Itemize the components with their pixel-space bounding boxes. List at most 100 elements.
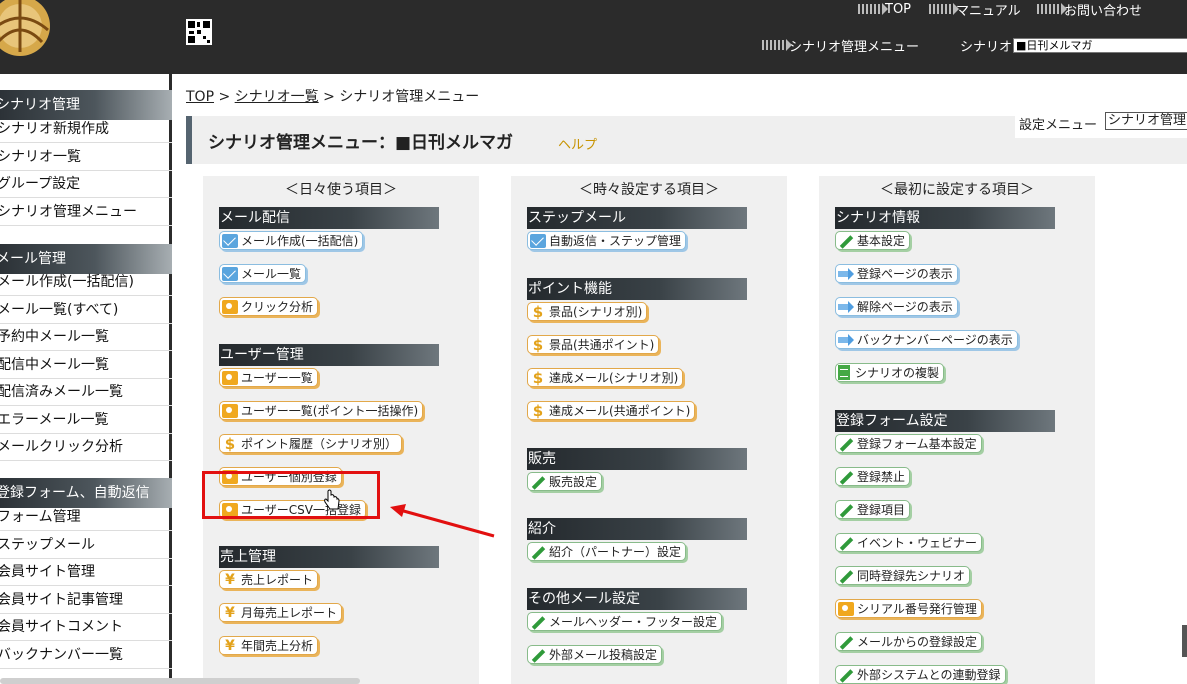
sidebar-item[interactable]: バックナンバー一覧 [0,642,172,669]
contact-link[interactable]: お問い合わせ [1037,0,1142,19]
dollar-icon: $ [532,368,544,387]
pencil-icon [838,503,854,517]
menu-button[interactable]: メール作成(一括配信) [219,231,364,250]
sidebar-item[interactable]: メール作成(一括配信) [0,269,172,296]
sidebar-item[interactable]: メール一覧(すべて) [0,297,172,324]
section-header: 登録フォーム設定 [835,410,1055,432]
menu-button[interactable]: ¥ 月毎売上レポート [219,603,343,622]
logo-icon[interactable] [0,0,58,64]
user-icon [222,299,238,314]
menu-button-label: 登録フォーム基本設定 [857,437,977,451]
section-header: シナリオ情報 [835,207,1055,229]
dollar-icon: $ [532,302,544,321]
sidebar-item[interactable]: メールクリック分析 [0,434,172,461]
pencil-icon [838,668,854,682]
section-header: ポイント機能 [527,278,747,300]
scrollbar[interactable] [1182,625,1187,657]
menu-button[interactable]: クリック分析 [219,297,319,316]
arrow-icon [838,333,854,347]
sidebar-item[interactable]: 配信済みメール一覧 [0,379,172,406]
settings-menu: 設定メニュー シナリオ管理 [1015,106,1187,138]
sidebar: シナリオ管理 シナリオ新規作成 シナリオ一覧 グループ設定 シナリオ管理メニュー メール管… [0,74,172,684]
menu-button[interactable]: ユーザー一覧 [219,368,318,387]
menu-button[interactable]: 登録フォーム基本設定 [835,434,982,453]
sidebar-item[interactable]: エラーメール一覧 [0,407,172,434]
menu-button[interactable]: メールからの登録設定 [835,632,983,651]
menu-button[interactable]: 登録ページの表示 [835,264,958,283]
menu-button-label: 自動返信・ステップ管理 [549,234,682,248]
menu-button[interactable]: 登録項目 [835,500,911,519]
menu-button[interactable]: 販売設定 [527,472,603,491]
menu-button-label: 登録禁止 [857,470,906,484]
menu-button-label: バックナンバーページの表示 [857,333,1013,347]
manual-link[interactable]: マニュアル [929,0,1021,19]
help-link[interactable]: ヘルプ [558,134,597,153]
menu-button-label: 年間売上分析 [241,639,314,653]
menu-button[interactable]: ユーザー一覧(ポイント一括操作) [219,401,424,420]
top-link[interactable]: TOP [858,0,911,18]
menu-button-label: 外部メール投稿設定 [549,648,658,662]
breadcrumb: TOP > シナリオ一覧 > シナリオ管理メニュー [186,89,480,105]
menu-button[interactable]: 自動返信・ステップ管理 [527,231,687,250]
horizontal-scrollbar[interactable] [0,678,360,684]
menu-button[interactable]: $ 達成メール(共通ポイント) [527,401,696,420]
scenario-menu-link[interactable]: シナリオ管理メニュー [762,36,919,55]
breadcrumb-top-link[interactable]: TOP [186,89,214,105]
menu-button[interactable]: 紹介（パートナー）設定 [527,542,687,561]
menu-button[interactable]: ¥ 売上レポート [219,570,319,589]
menu-button[interactable]: メール一覧 [219,264,307,283]
highlight-box [202,471,380,519]
menu-button[interactable]: $ 達成メール(シナリオ別) [527,368,684,387]
sidebar-item[interactable]: シナリオ一覧 [0,144,172,171]
pencil-icon [530,475,546,489]
menu-button[interactable]: $ 景品(共通ポイント) [527,335,660,354]
yen-icon: ¥ [225,604,235,621]
menu-button[interactable]: 外部システムとの連動登録 [835,665,1006,684]
section-header: メール配信 [219,207,439,229]
menu-button[interactable]: $ 景品(シナリオ別) [527,302,648,321]
sidebar-item[interactable]: グループ設定 [0,171,172,198]
sidebar-item[interactable]: 会員サイト管理 [0,559,172,586]
breadcrumb-scenario-list-link[interactable]: シナリオ一覧 [235,89,319,105]
sidebar-item[interactable]: シナリオ新規作成 [0,116,172,143]
document-icon [838,365,850,380]
menu-button[interactable]: イベント・ウェビナー [835,533,983,552]
menu-button[interactable]: 解除ページの表示 [835,297,958,316]
menu-button-label: 達成メール(共通ポイント) [549,404,691,418]
menu-button[interactable]: 基本設定 [835,231,911,250]
sidebar-item[interactable]: ステップメール [0,532,172,559]
menu-button[interactable]: バックナンバーページの表示 [835,330,1018,349]
scenario-select[interactable]: ■日刊メルマガ [1013,38,1187,53]
menu-button[interactable]: 登録禁止 [835,467,911,486]
menu-button[interactable]: シナリオの複製 [835,363,945,382]
menu-button-label: メール作成(一括配信) [241,234,359,248]
sidebar-item[interactable]: 会員サイトコメント [0,614,172,641]
mail-icon [222,266,238,281]
menu-button[interactable]: $ ポイント履歴（シナリオ別） [219,434,403,453]
menu-button-label: 解除ページの表示 [857,300,953,314]
arrow-stripes-icon [929,3,959,15]
sidebar-item[interactable]: シナリオ管理メニュー [0,199,172,226]
sidebar-item[interactable]: フォーム管理 [0,504,172,531]
menu-button-label: イベント・ウェビナー [857,536,978,550]
menu-button-label: 基本設定 [857,234,906,248]
qr-code-icon[interactable] [186,19,212,45]
column-title: ＜日々使う項目＞ [285,182,397,198]
menu-button[interactable]: ¥ 年間売上分析 [219,636,319,655]
hand-cursor-icon [324,489,340,510]
menu-button[interactable]: 同時登録先シナリオ [835,566,971,585]
top-header: TOP マニュアル お問い合わせ シナリオ管理メニュー シナリオ ■日刊メルマガ [0,0,1187,74]
pencil-icon [838,536,854,550]
arrow-stripes-icon [858,3,888,15]
sidebar-item[interactable]: 会員サイト記事管理 [0,587,172,614]
yen-icon: ¥ [225,637,235,654]
sidebar-item[interactable]: 配信中メール一覧 [0,352,172,379]
settings-menu-select[interactable]: シナリオ管理 [1105,112,1187,130]
sidebar-item[interactable]: 予約中メール一覧 [0,324,172,351]
menu-button-label: 月毎売上レポート [241,606,338,620]
dollar-icon: $ [532,335,544,354]
menu-button[interactable]: 外部メール投稿設定 [527,645,663,664]
menu-button[interactable]: シリアル番号発行管理 [835,599,982,618]
dollar-icon: $ [532,401,544,420]
menu-button[interactable]: メールヘッダー・フッター設定 [527,612,723,631]
